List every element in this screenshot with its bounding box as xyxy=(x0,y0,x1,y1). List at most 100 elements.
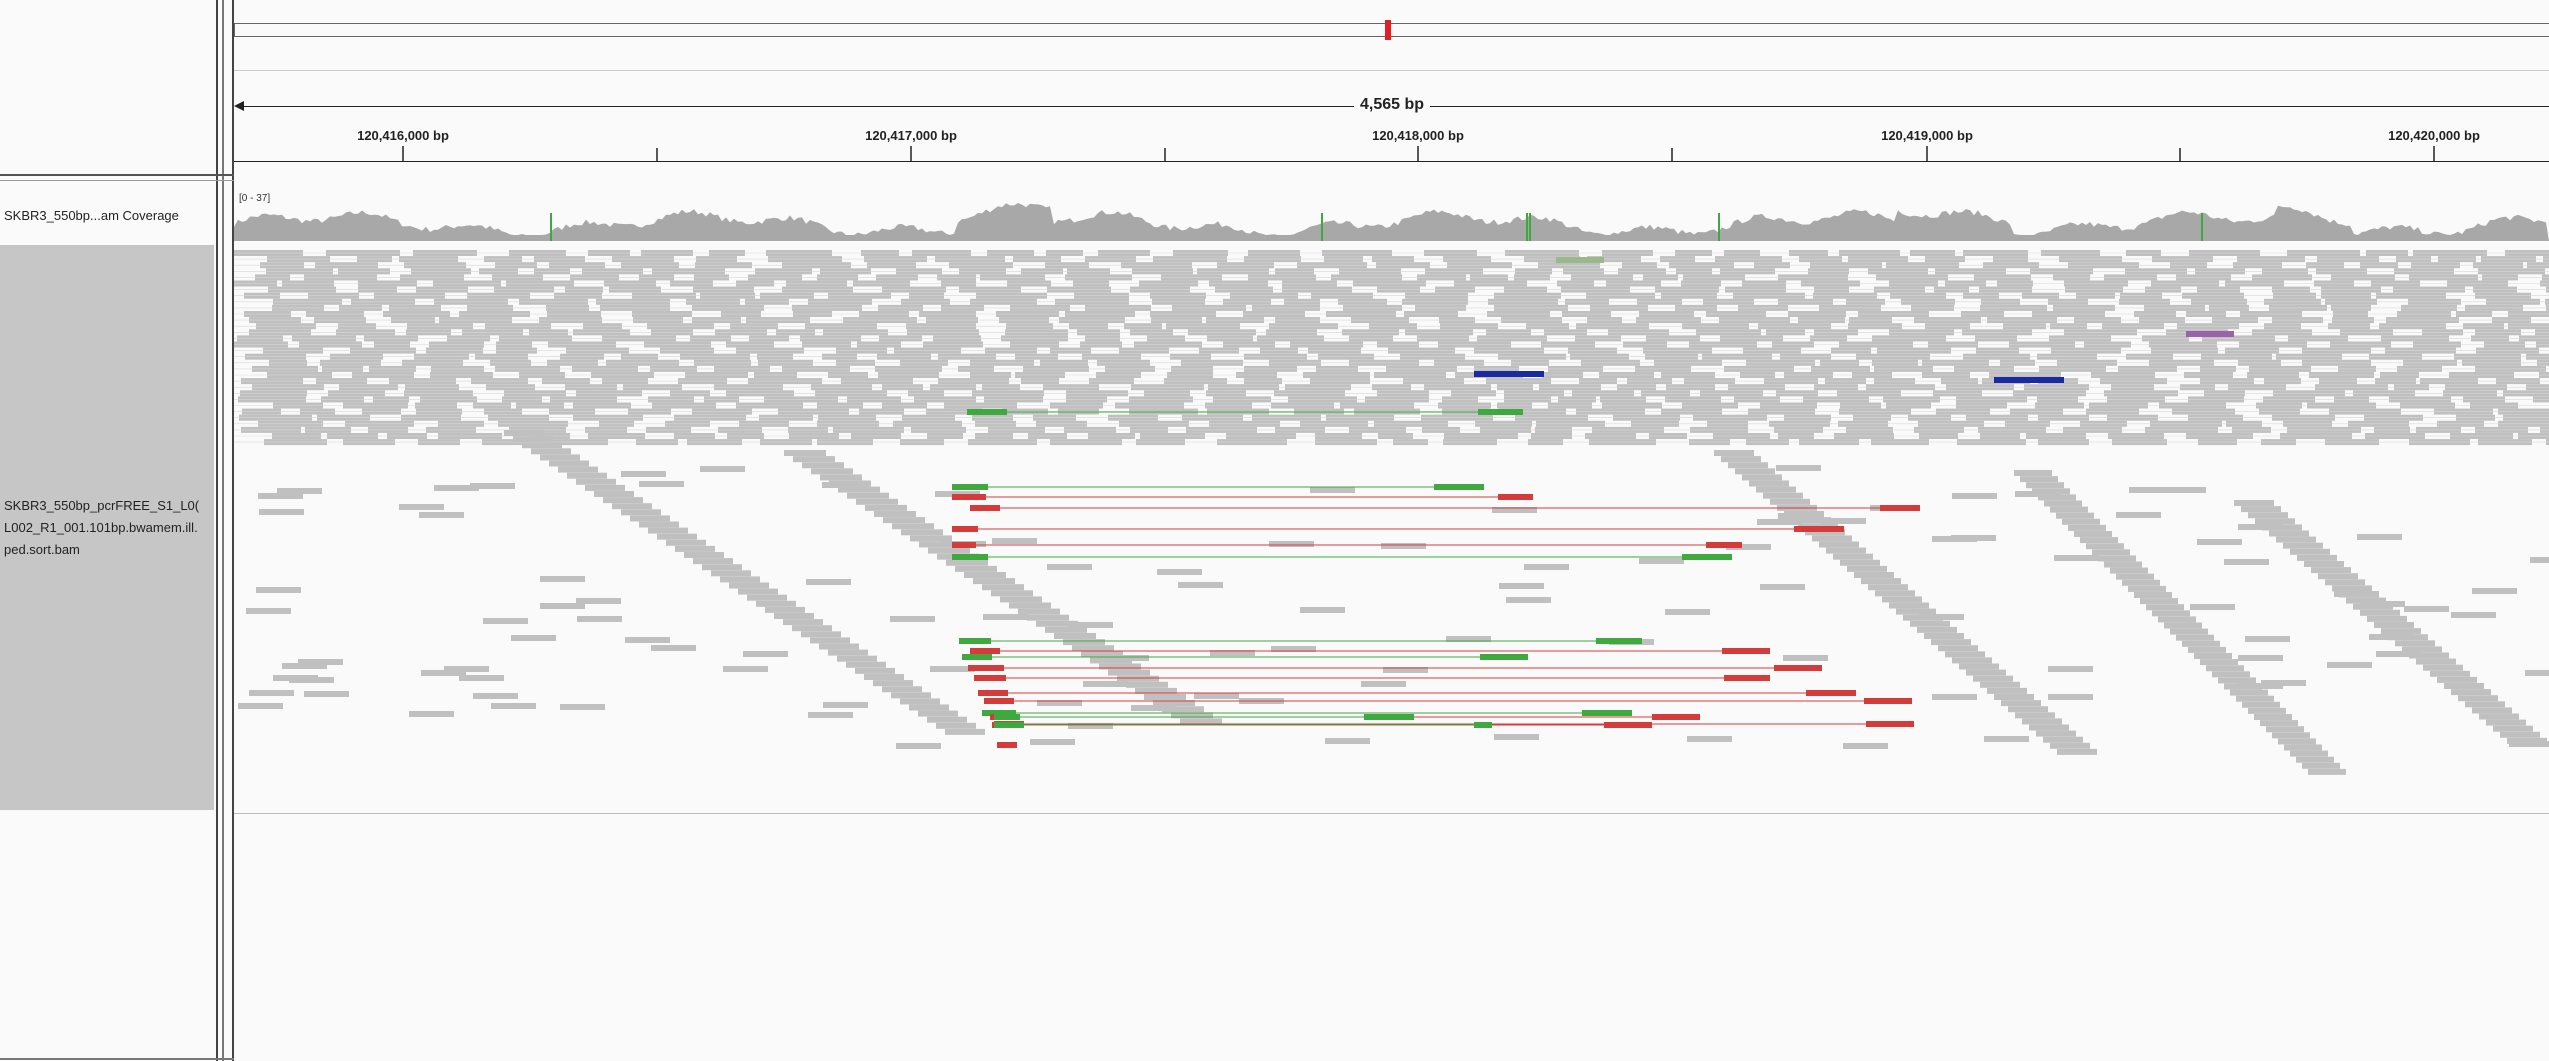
alignment-read xyxy=(1896,608,1936,615)
coverage-track-name[interactable]: SKBR3_550bp...am Coverage xyxy=(4,208,179,223)
alignment-read xyxy=(2357,534,2402,540)
alignment-read xyxy=(2296,756,2334,763)
alignment-read xyxy=(693,558,733,565)
alignment-read xyxy=(1157,569,1202,575)
alignment-read xyxy=(2057,748,2097,755)
paired-read xyxy=(1474,371,1544,377)
alignment-read xyxy=(2284,744,2322,751)
alignment-read xyxy=(603,497,643,504)
paired-read xyxy=(997,742,1017,748)
alignment-read xyxy=(973,578,1015,585)
alignment-read xyxy=(910,535,952,542)
alignment-track-bottom xyxy=(234,813,2549,814)
alignment-track[interactable] xyxy=(234,0,2549,830)
alignment-read xyxy=(982,584,1024,591)
alignment-read xyxy=(2437,676,2477,683)
paired-read xyxy=(1434,484,1484,490)
alignment-read xyxy=(2444,683,2484,689)
alignment-read xyxy=(2479,713,2519,720)
alignment-read xyxy=(756,600,796,607)
paired-read xyxy=(1478,409,1523,415)
data-panel: 4,565 bp 120,416,000 bp 120,417,000 bp 1… xyxy=(234,0,2549,1061)
alignment-read xyxy=(1325,738,1370,744)
alignment-read xyxy=(513,436,553,443)
alignment-read xyxy=(1300,607,1345,613)
alignment-read xyxy=(2395,640,2435,647)
alignment-read xyxy=(1009,602,1051,609)
alignment-read xyxy=(2234,500,2274,506)
alignment-read xyxy=(2509,741,2549,747)
alignment-read xyxy=(2062,518,2100,525)
alignment-read xyxy=(2036,730,2076,737)
paired-read xyxy=(1706,542,1742,548)
alignment-read xyxy=(702,564,742,571)
paired-read xyxy=(967,409,1007,415)
alignment-read xyxy=(2043,736,2083,743)
alignment-read xyxy=(2297,554,2337,561)
alignment-read xyxy=(1875,590,1915,597)
alignment-read xyxy=(900,698,940,705)
paired-read xyxy=(1880,505,1920,511)
alignment-read xyxy=(802,462,844,469)
alignment-read xyxy=(1099,663,1141,670)
alignment-read xyxy=(1131,705,1176,711)
alignment-read xyxy=(1381,543,1426,549)
alignment-read xyxy=(806,579,851,585)
alignment-read xyxy=(946,559,988,566)
alignment-read xyxy=(864,674,904,680)
alignment-read xyxy=(2525,670,2549,676)
alignment-read xyxy=(1721,456,1761,463)
alignment-read xyxy=(1951,535,1996,541)
alignment-read xyxy=(1994,694,2034,700)
paired-read xyxy=(1864,698,1912,704)
alignment-read xyxy=(2416,658,2456,665)
alignment-read xyxy=(2152,610,2190,617)
alignment-read xyxy=(700,466,745,472)
alignment-read xyxy=(1269,541,1314,547)
alignment-read xyxy=(2272,732,2310,739)
alignment-read xyxy=(801,631,841,638)
alignment-read xyxy=(2465,701,2505,708)
alignment-read xyxy=(2074,531,2112,537)
alignment-read xyxy=(1847,565,1887,572)
alignment-read xyxy=(567,472,607,479)
paired-read xyxy=(952,484,988,490)
alignment-read xyxy=(558,466,598,473)
alignment-read xyxy=(576,478,616,485)
alignment-read xyxy=(1027,614,1069,621)
split-pane-divider[interactable] xyxy=(216,0,234,1061)
alignment-read xyxy=(2080,537,2118,544)
alignment-track-name-box[interactable]: SKBR3_550bp_pcrFREE_S1_L0( L002_R1_001.1… xyxy=(0,245,214,810)
alignment-read xyxy=(1783,655,1828,661)
alignment-read xyxy=(2283,542,2323,549)
alignment-track-name-line-2: L002_R1_001.101bp.bwamem.ill. xyxy=(4,520,198,535)
alignment-read xyxy=(2302,762,2340,769)
alignment-read xyxy=(621,509,661,516)
alignment-read xyxy=(2104,561,2142,568)
alignment-read xyxy=(1776,465,1821,471)
alignment-read xyxy=(890,616,935,622)
alignment-read xyxy=(2304,561,2344,567)
alignment-read xyxy=(2230,689,2268,696)
paired-read xyxy=(2186,331,2234,337)
alignment-read xyxy=(1910,620,1950,627)
alignment-read xyxy=(259,509,304,515)
paired-read xyxy=(1474,722,1492,728)
alignment-read xyxy=(936,722,976,729)
alignment-read xyxy=(1843,743,1888,749)
alignment-read xyxy=(2254,714,2292,720)
alignment-read xyxy=(992,538,1037,544)
alignment-read xyxy=(2308,768,2346,775)
alignment-read xyxy=(1826,547,1866,554)
alignment-read xyxy=(2116,573,2154,580)
alignment-read xyxy=(1919,614,1964,620)
alignment-read xyxy=(684,552,724,558)
alignment-read xyxy=(666,539,706,546)
alignment-read xyxy=(1687,736,1732,742)
paired-read xyxy=(1866,721,1914,727)
alignment-read xyxy=(1938,645,1978,652)
alignment-read xyxy=(675,545,715,552)
alignment-read xyxy=(1819,541,1859,548)
alignment-read xyxy=(531,448,571,455)
paired-read xyxy=(994,714,1020,720)
